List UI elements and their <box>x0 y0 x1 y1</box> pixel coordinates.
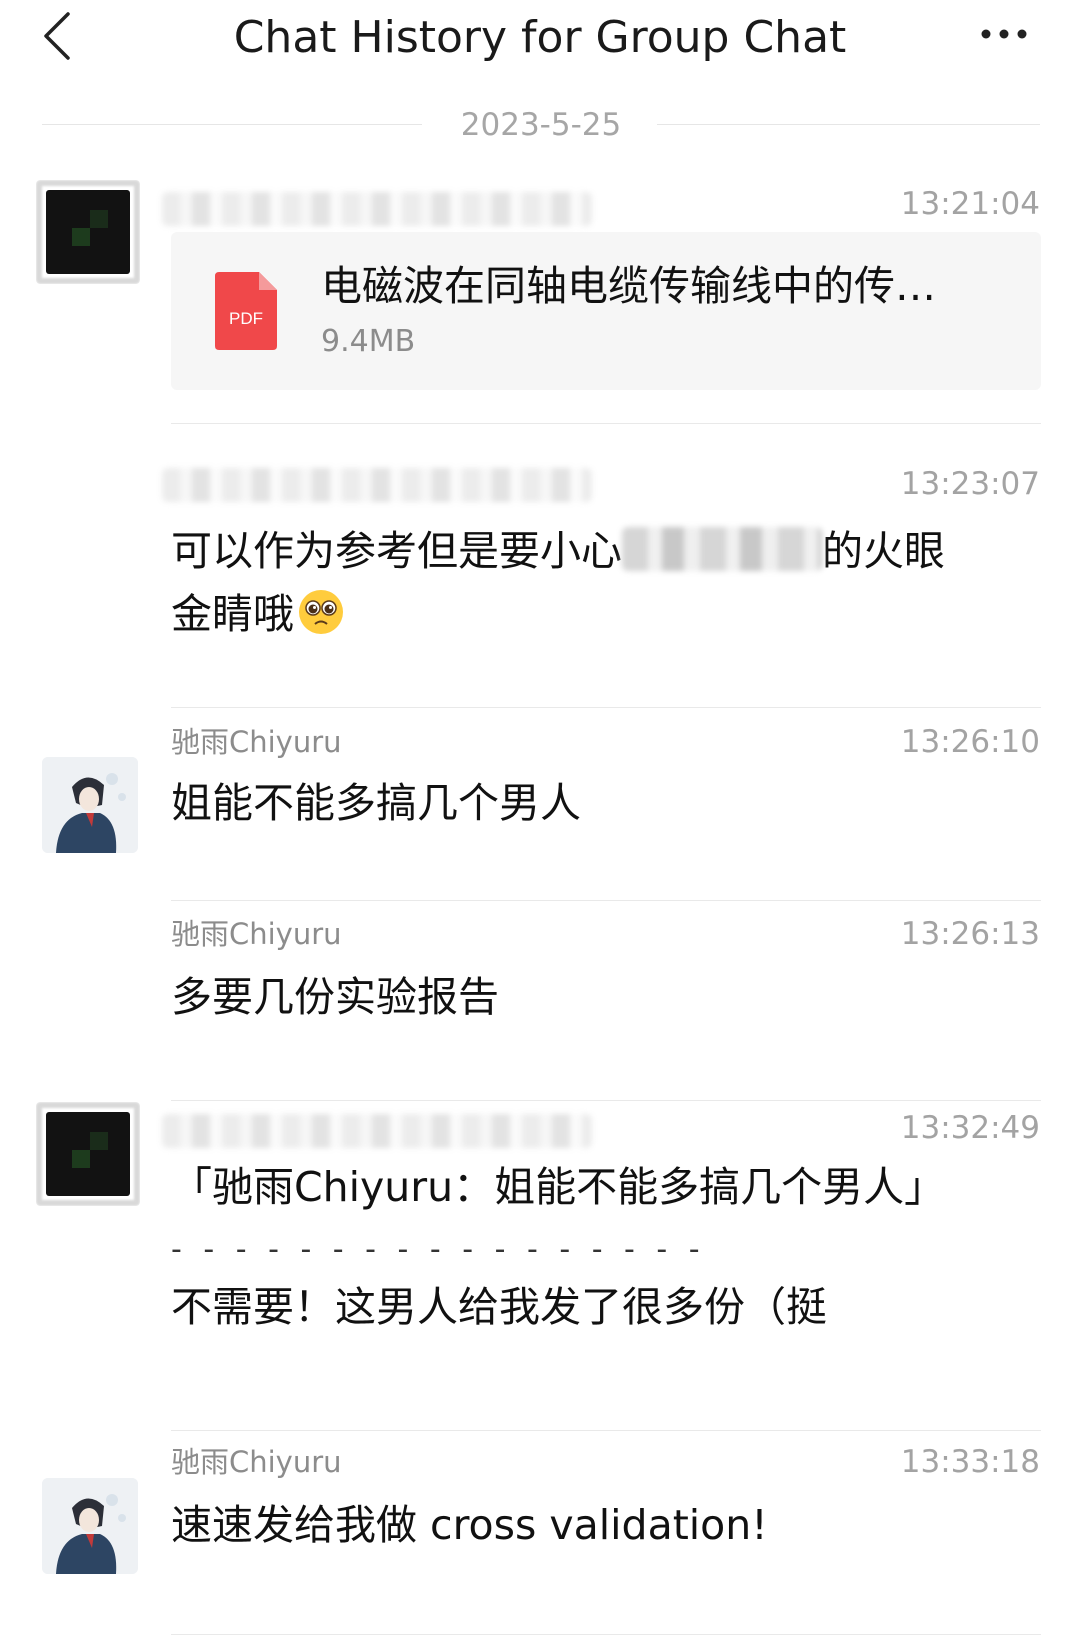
file-card[interactable]: PDF 电磁波在同轴电缆传输线中的传… 9.4MB <box>171 232 1041 390</box>
sender-name: 驰雨Chiyuru <box>171 725 342 759</box>
message-text: 不需要！这男人给我发了很多份（挺 <box>171 1283 827 1331</box>
date-divider: 2023-5-25 <box>42 105 1040 145</box>
message-time: 13:26:10 <box>900 724 1040 760</box>
file-size: 9.4MB <box>321 324 416 359</box>
message-time: 13:23:07 <box>900 466 1040 502</box>
message-item[interactable]: 驰雨Chiyuru 13:26:10 姐能不能多搞几个男人 <box>0 710 1080 906</box>
top-bar: Chat History for Group Chat <box>0 0 1080 80</box>
avatar[interactable] <box>36 1102 140 1206</box>
message-item[interactable]: 驰雨Chiyuru 13:33:18 速速发给我做 cross validati… <box>0 1436 1080 1649</box>
anime-avatar-icon <box>42 757 138 853</box>
message-separator <box>171 1634 1041 1635</box>
sender-name-redacted <box>162 468 592 502</box>
message-separator <box>171 1430 1041 1431</box>
message-separator <box>171 707 1041 708</box>
pdf-icon: PDF <box>215 272 277 350</box>
pleading-face-icon <box>299 590 343 634</box>
sender-name: 驰雨Chiyuru <box>171 1445 342 1479</box>
message-separator <box>171 423 1041 424</box>
sender-name-redacted <box>162 1114 592 1148</box>
redacted-text <box>622 527 822 571</box>
anime-avatar-icon <box>42 1478 138 1574</box>
message-item[interactable]: 13:21:04 PDF 电磁波在同轴电缆传输线中的传… 9.4MB <box>0 172 1080 432</box>
more-horizontal-icon[interactable] <box>978 22 1038 46</box>
message-text: 可以作为参考但是要小心 的火眼 金睛哦 <box>171 527 945 638</box>
message-text: 速速发给我做 cross validation! <box>171 1501 768 1549</box>
quoted-message[interactable]: 「驰雨Chiyuru：姐能不能多搞几个男人」 <box>171 1156 1041 1219</box>
message-time: 13:32:49 <box>900 1110 1040 1146</box>
message-item[interactable]: 13:32:49 「驰雨Chiyuru：姐能不能多搞几个男人」 - - - - … <box>0 1100 1080 1436</box>
quote-divider: - - - - - - - - - - - - - - - - - <box>171 1232 706 1267</box>
message-time: 13:26:13 <box>900 916 1040 952</box>
message-separator <box>171 900 1041 901</box>
avatar[interactable] <box>36 180 140 284</box>
chevron-left-icon[interactable] <box>38 10 78 62</box>
message-item[interactable]: 13:23:07 可以作为参考但是要小心 的火眼 金睛哦 <box>0 440 1080 710</box>
message-text: 多要几份实验报告 <box>171 973 499 1021</box>
file-name: 电磁波在同轴电缆传输线中的传… <box>321 262 936 310</box>
page-title: Chat History for Group Chat <box>233 12 847 63</box>
message-time: 13:33:18 <box>900 1444 1040 1480</box>
message-item[interactable]: 驰雨Chiyuru 13:26:13 多要几份实验报告 <box>0 906 1080 1106</box>
avatar[interactable] <box>42 1478 138 1574</box>
sender-name-redacted <box>162 192 592 226</box>
avatar[interactable] <box>42 757 138 853</box>
message-text: 姐能不能多搞几个男人 <box>171 779 581 827</box>
svg-text:PDF: PDF <box>229 309 263 328</box>
message-time: 13:21:04 <box>900 186 1040 222</box>
sender-name: 驰雨Chiyuru <box>171 917 342 951</box>
date-label: 2023-5-25 <box>440 107 642 143</box>
